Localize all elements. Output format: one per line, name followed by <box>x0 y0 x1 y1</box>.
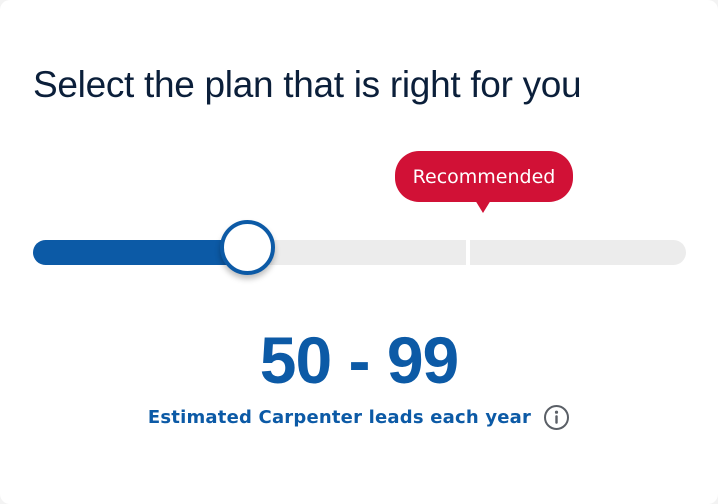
recommended-badge-label: Recommended <box>412 165 556 188</box>
slider-track-fill <box>33 240 249 265</box>
leads-range-value: 50 - 99 <box>259 323 459 397</box>
recommended-badge: Recommended <box>395 151 573 202</box>
slider-thumb[interactable] <box>220 220 276 275</box>
recommended-badge-pointer <box>475 200 491 213</box>
leads-caption: Estimated Carpenter leads each year <box>147 407 532 428</box>
page-title: Select the plan that is right for you <box>33 64 582 105</box>
info-icon[interactable] <box>543 404 570 431</box>
slider-track[interactable] <box>33 240 686 265</box>
plan-selector-card: Select the plan that is right for you Re… <box>0 0 718 504</box>
caption-row: Estimated Carpenter leads each year <box>0 404 718 431</box>
slider-segment-divider <box>466 240 470 265</box>
